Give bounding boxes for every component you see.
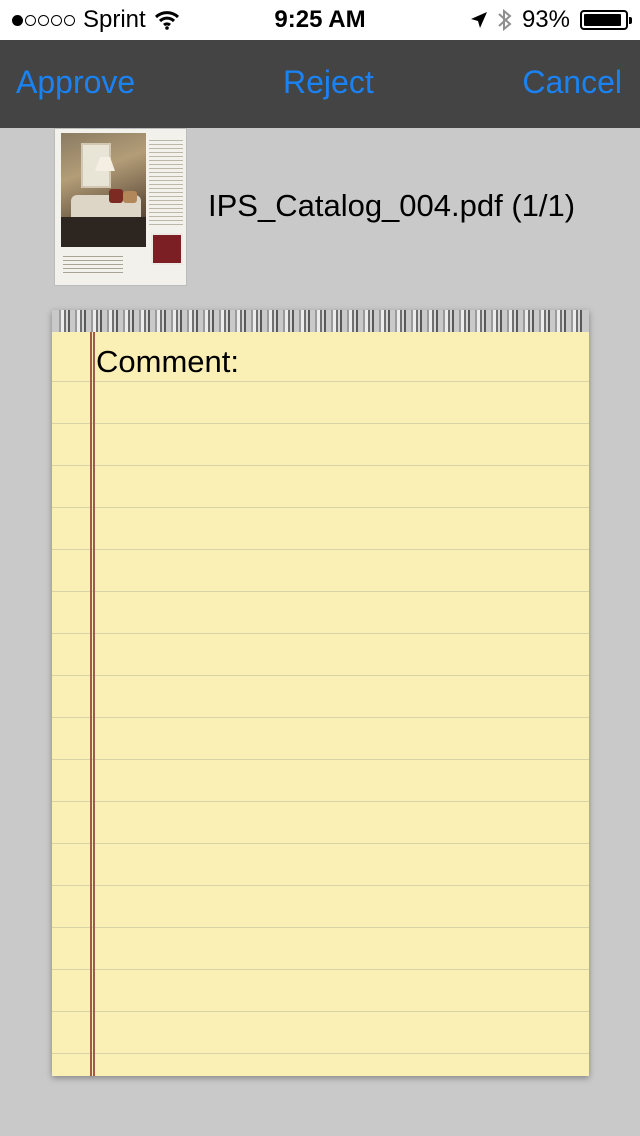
location-arrow-icon — [470, 12, 487, 28]
thumbnail-dark-panel — [61, 217, 146, 247]
battery-percent: 93% — [521, 6, 570, 33]
bluetooth-icon — [498, 8, 512, 32]
document-file-name: IPS_Catalog_004.pdf (1/1) — [208, 188, 576, 223]
comment-notepad[interactable]: Comment: — [52, 310, 589, 1076]
margin-line — [90, 332, 95, 1076]
comment-label: Comment: — [96, 344, 239, 379]
thumbnail-chair-photo — [151, 233, 183, 265]
reject-button[interactable]: Reject — [283, 64, 374, 101]
action-toolbar: Approve Reject Cancel — [0, 40, 640, 128]
thumbnail-pillow — [109, 189, 123, 203]
approve-button[interactable]: Approve — [16, 64, 135, 101]
status-right: 93% — [470, 6, 632, 34]
cancel-button[interactable]: Cancel — [522, 64, 622, 101]
thumbnail-pillow — [123, 191, 137, 203]
thumbnail-text-column — [149, 137, 183, 225]
document-thumbnail[interactable] — [54, 128, 187, 286]
thumbnail-caption — [63, 253, 123, 275]
status-bar: Sprint 9:25 AM 93% — [0, 0, 640, 40]
comment-paper[interactable]: Comment: — [52, 332, 589, 1076]
battery-fill — [584, 14, 622, 26]
document-info: IPS_Catalog_004.pdf (1/1) — [54, 128, 614, 286]
battery-icon — [580, 10, 632, 30]
